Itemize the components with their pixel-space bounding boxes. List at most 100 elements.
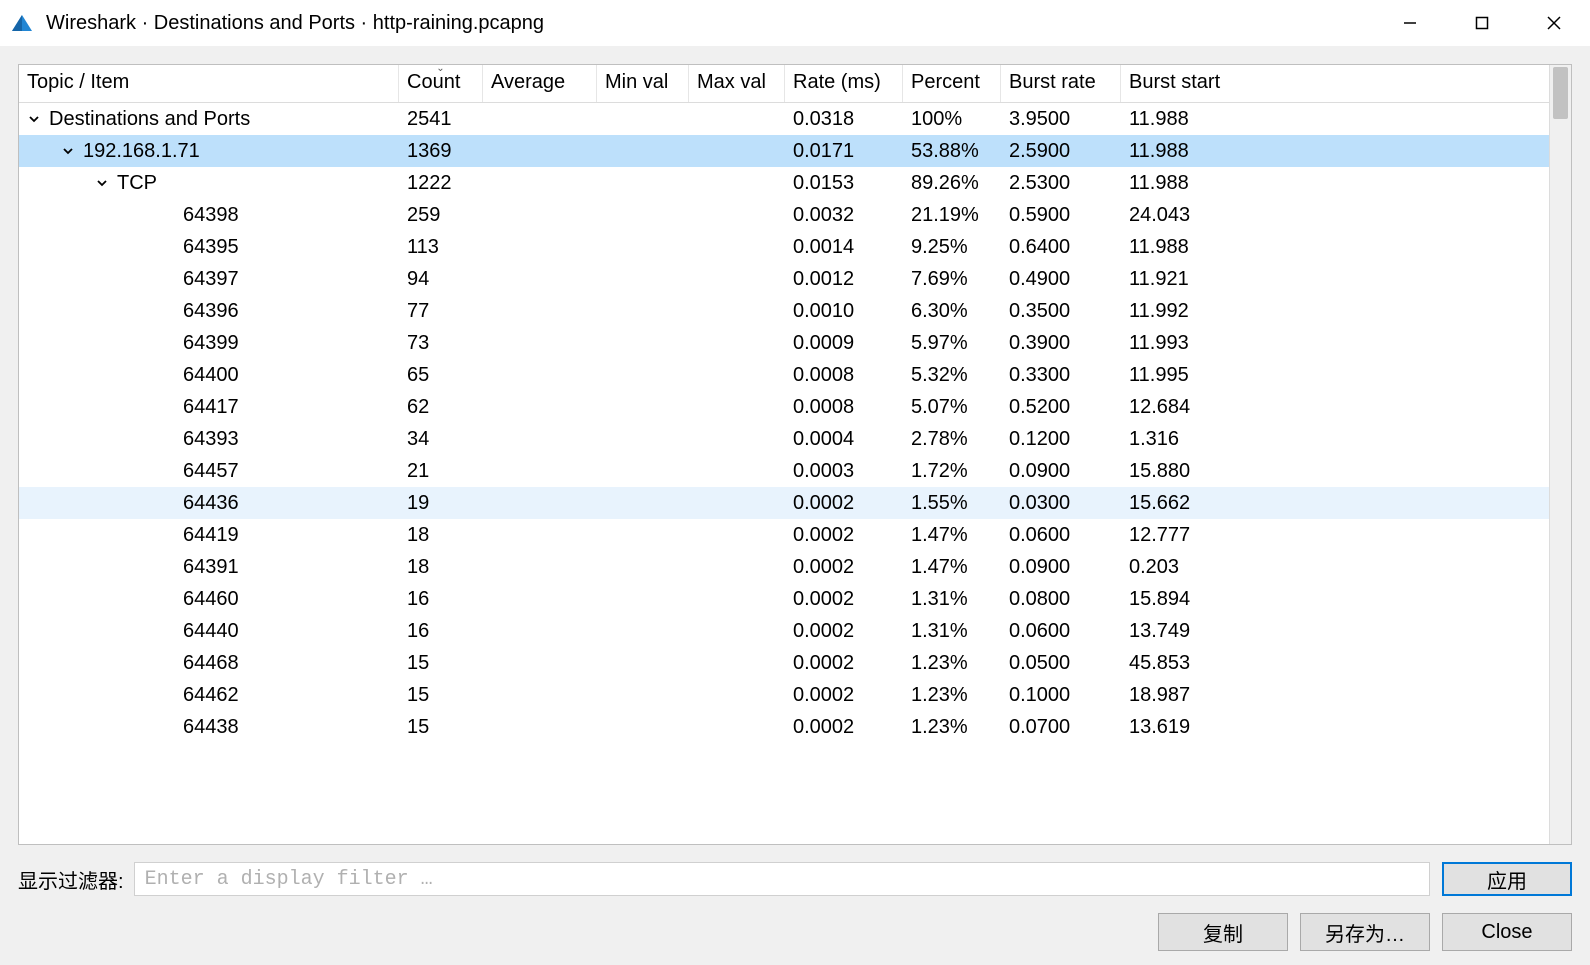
cell-percent: 21.19%: [903, 204, 1001, 227]
cell-percent: 1.55%: [903, 492, 1001, 515]
cell-percent: 1.23%: [903, 716, 1001, 739]
cell-percent: 1.23%: [903, 652, 1001, 675]
cell-burstrate: 0.0600: [1001, 524, 1121, 547]
cell-burstrate: 0.0900: [1001, 460, 1121, 483]
apply-button[interactable]: 应用: [1442, 862, 1572, 896]
col-average[interactable]: Average: [483, 65, 597, 102]
cell-burststart: 11.988: [1121, 140, 1549, 163]
cell-rate: 0.0002: [785, 684, 903, 707]
col-burstrate[interactable]: Burst rate: [1001, 65, 1121, 102]
table-row[interactable]: 64396770.00106.30%0.350011.992: [19, 295, 1549, 327]
table-row[interactable]: 64468150.00021.23%0.050045.853: [19, 647, 1549, 679]
table-row[interactable]: 64393340.00042.78%0.12001.316: [19, 423, 1549, 455]
cell-count: 73: [399, 332, 483, 355]
cell-topic: 64436: [19, 492, 399, 515]
cell-percent: 1.47%: [903, 524, 1001, 547]
cell-count: 259: [399, 204, 483, 227]
cell-rate: 0.0002: [785, 716, 903, 739]
cell-burstrate: 0.1000: [1001, 684, 1121, 707]
cell-topic: 64419: [19, 524, 399, 547]
cell-rate: 0.0171: [785, 140, 903, 163]
cell-rate: 0.0002: [785, 652, 903, 675]
col-minval[interactable]: Min val: [597, 65, 689, 102]
close-window-button[interactable]: [1518, 0, 1590, 46]
minimize-button[interactable]: [1374, 0, 1446, 46]
col-rate[interactable]: Rate (ms): [785, 65, 903, 102]
table-row[interactable]: 643951130.00149.25%0.640011.988: [19, 231, 1549, 263]
table-row[interactable]: 64462150.00021.23%0.100018.987: [19, 679, 1549, 711]
cell-count: 18: [399, 524, 483, 547]
col-maxval[interactable]: Max val: [689, 65, 785, 102]
cell-burstrate: 0.1200: [1001, 428, 1121, 451]
table-row[interactable]: 643982590.003221.19%0.590024.043: [19, 199, 1549, 231]
close-button[interactable]: Close: [1442, 913, 1572, 951]
table-row[interactable]: 64419180.00021.47%0.060012.777: [19, 519, 1549, 551]
col-percent[interactable]: Percent: [903, 65, 1001, 102]
maximize-button[interactable]: [1446, 0, 1518, 46]
row-label: 64460: [183, 588, 239, 611]
cell-burstrate: 0.0600: [1001, 620, 1121, 643]
display-filter-input[interactable]: [134, 862, 1430, 896]
chevron-down-icon[interactable]: [25, 113, 43, 125]
cell-rate: 0.0002: [785, 556, 903, 579]
col-topic[interactable]: Topic / Item: [19, 65, 399, 102]
chevron-down-icon[interactable]: [93, 177, 111, 189]
cell-burststart: 45.853: [1121, 652, 1549, 675]
table-row[interactable]: 64460160.00021.31%0.080015.894: [19, 583, 1549, 615]
cell-count: 16: [399, 588, 483, 611]
col-burststart[interactable]: Burst start: [1121, 65, 1549, 102]
table-row[interactable]: 64457210.00031.72%0.090015.880: [19, 455, 1549, 487]
cell-count: 65: [399, 364, 483, 387]
button-row: 复制 另存为… Close: [18, 913, 1572, 951]
row-label: 64395: [183, 236, 239, 259]
copy-button[interactable]: 复制: [1158, 913, 1288, 951]
chevron-down-icon[interactable]: [59, 145, 77, 157]
cell-burststart: 13.619: [1121, 716, 1549, 739]
cell-percent: 5.07%: [903, 396, 1001, 419]
vertical-scrollbar[interactable]: [1549, 65, 1571, 844]
table-row[interactable]: 64391180.00021.47%0.09000.203: [19, 551, 1549, 583]
saveas-button[interactable]: 另存为…: [1300, 913, 1430, 951]
table-row[interactable]: 64417620.00085.07%0.520012.684: [19, 391, 1549, 423]
scrollbar-thumb[interactable]: [1553, 67, 1568, 119]
table-row[interactable]: 64436190.00021.55%0.030015.662: [19, 487, 1549, 519]
row-label: 64399: [183, 332, 239, 355]
table-row[interactable]: 64400650.00085.32%0.330011.995: [19, 359, 1549, 391]
row-label: TCP: [117, 172, 157, 195]
stats-tree: Topic / Item ⌄ Count Average Min val Max…: [18, 64, 1572, 845]
cell-rate: 0.0009: [785, 332, 903, 355]
content-area: Topic / Item ⌄ Count Average Min val Max…: [0, 46, 1590, 965]
col-count[interactable]: ⌄ Count: [399, 65, 483, 102]
cell-count: 15: [399, 684, 483, 707]
row-label: 192.168.1.71: [83, 140, 200, 163]
table-row[interactable]: 64440160.00021.31%0.060013.749: [19, 615, 1549, 647]
table-row[interactable]: Destinations and Ports25410.0318100%3.95…: [19, 103, 1549, 135]
cell-rate: 0.0014: [785, 236, 903, 259]
cell-burststart: 18.987: [1121, 684, 1549, 707]
row-label: 64440: [183, 620, 239, 643]
cell-count: 15: [399, 652, 483, 675]
cell-count: 18: [399, 556, 483, 579]
cell-rate: 0.0003: [785, 460, 903, 483]
table-row[interactable]: 192.168.1.7113690.017153.88%2.590011.988: [19, 135, 1549, 167]
cell-topic: 64460: [19, 588, 399, 611]
cell-percent: 7.69%: [903, 268, 1001, 291]
tree-body: Destinations and Ports25410.0318100%3.95…: [19, 103, 1549, 743]
table-row[interactable]: 64438150.00021.23%0.070013.619: [19, 711, 1549, 743]
cell-topic: 64440: [19, 620, 399, 643]
table-row[interactable]: 64399730.00095.97%0.390011.993: [19, 327, 1549, 359]
table-row[interactable]: TCP12220.015389.26%2.530011.988: [19, 167, 1549, 199]
row-label: 64436: [183, 492, 239, 515]
cell-burstrate: 0.5200: [1001, 396, 1121, 419]
cell-burstrate: 0.0800: [1001, 588, 1121, 611]
cell-burstrate: 0.3900: [1001, 332, 1121, 355]
cell-topic: 64397: [19, 268, 399, 291]
cell-percent: 2.78%: [903, 428, 1001, 451]
cell-burststart: 11.995: [1121, 364, 1549, 387]
cell-percent: 5.32%: [903, 364, 1001, 387]
cell-topic: 64462: [19, 684, 399, 707]
wireshark-icon: [10, 11, 34, 35]
cell-percent: 5.97%: [903, 332, 1001, 355]
table-row[interactable]: 64397940.00127.69%0.490011.921: [19, 263, 1549, 295]
cell-burstrate: 3.9500: [1001, 108, 1121, 131]
